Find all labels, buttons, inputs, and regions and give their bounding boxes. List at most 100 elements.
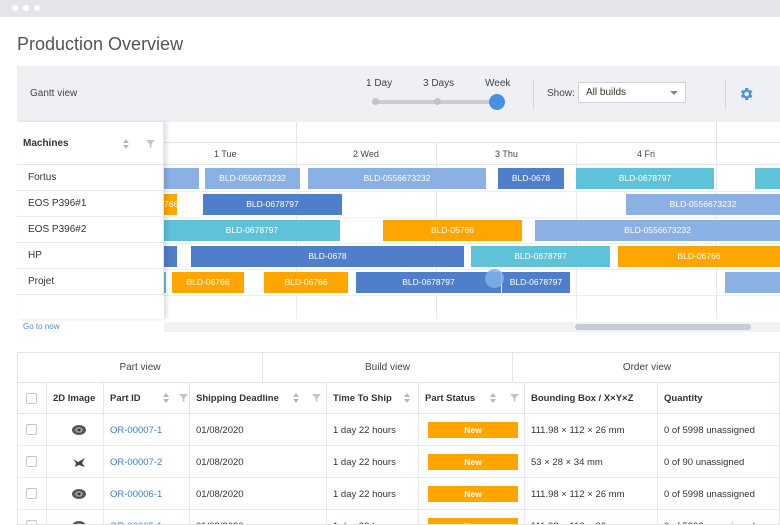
tab-order-view[interactable]: Order view	[513, 353, 780, 383]
build-bar[interactable]: BLD-0678	[498, 168, 564, 189]
build-bar[interactable]: BLD-0678797	[356, 272, 501, 293]
build-bar[interactable]: BLD-0556673232	[626, 194, 780, 215]
cell-text: 01/08/2020	[196, 425, 244, 436]
filter-icon[interactable]	[510, 394, 519, 402]
cell-text[interactable]: OR-00007-1	[110, 425, 162, 436]
column-header-shipping-deadline[interactable]: Shipping Deadline	[190, 383, 327, 414]
window-dot-icon	[23, 5, 29, 11]
table-row[interactable]: OR-00007-2 01/08/2020 1 day 22 hours New 53 …	[18, 446, 779, 478]
zoom-stop[interactable]	[434, 98, 441, 105]
sort-icon[interactable]	[293, 393, 299, 403]
machine-row[interactable]: Fortus	[17, 165, 164, 191]
column-header-label: 2D Image	[53, 393, 96, 404]
column-header-part-id[interactable]: Part ID	[104, 383, 190, 414]
tab-part-view[interactable]: Part view	[18, 353, 263, 383]
zoom-option-1-day[interactable]: 1 Day	[366, 78, 392, 89]
build-bar[interactable]	[164, 272, 166, 293]
filter-icon[interactable]	[179, 394, 188, 402]
column-header-2d-image[interactable]: 2D Image	[47, 383, 104, 414]
column-header-label: Bounding Box / X×Y×Z	[531, 393, 634, 404]
column-header-quantity[interactable]: Quantity	[658, 383, 779, 414]
cell-text: 01/08/2020	[196, 489, 244, 500]
build-bar[interactable]: BLD-0678797	[502, 272, 570, 293]
table-row[interactable]: OR-00007-1 01/08/2020 1 day 22 hours New 111…	[18, 414, 779, 446]
sort-icon[interactable]	[163, 393, 169, 403]
row-checkbox[interactable]	[26, 456, 37, 467]
build-bar[interactable]: BLD-05766	[383, 220, 522, 241]
build-bar[interactable]: 766	[164, 194, 177, 215]
column-header-label: Time To Ship	[333, 393, 392, 404]
cell-text: 01/08/2020	[196, 521, 244, 524]
gear-part-icon	[72, 425, 86, 435]
build-bar[interactable]: BLD-0678	[191, 246, 464, 267]
machine-row[interactable]: EOS P396#2	[17, 217, 164, 243]
build-bar[interactable]: BLD-0678797	[576, 168, 714, 189]
machine-row[interactable]: Projet	[17, 269, 164, 295]
table-row[interactable]: OR-00006-1 01/08/2020 1 day 22 hours New 111…	[18, 478, 779, 510]
build-bar[interactable]: BLD-0556673232	[205, 168, 300, 189]
quantity-cell: 0 of 5998 unassigned	[658, 510, 779, 524]
column-header-part-status[interactable]: Part Status	[419, 383, 525, 414]
select-cell	[18, 414, 47, 446]
timeline-scrollbar-thumb[interactable]	[575, 324, 751, 330]
machine-row[interactable]: HP	[17, 243, 164, 269]
column-header-time-to-ship[interactable]: Time To Ship	[327, 383, 419, 414]
build-bar[interactable]: BLD-0678797	[471, 246, 610, 267]
deadline-cell: 01/08/2020	[190, 510, 327, 524]
cell-text: 0 of 5998 unassigned	[664, 521, 755, 524]
build-bar[interactable]: BLD-06766	[264, 272, 348, 293]
gantt-timeline[interactable]: 1 Tue 2 Wed 3 Thu 4 Fri BLD-0556673232 BL…	[164, 122, 780, 319]
build-bar[interactable]	[164, 246, 177, 267]
select-all-cell	[18, 383, 47, 414]
status-badge: New	[428, 422, 518, 438]
filter-icon[interactable]	[312, 394, 321, 402]
page-title: Production Overview	[17, 34, 184, 54]
select-cell	[18, 510, 47, 524]
tab-build-view[interactable]: Build view	[263, 353, 513, 383]
cell-text[interactable]: OR-00005-1	[110, 521, 162, 524]
zoom-option-3-days[interactable]: 3 Days	[423, 78, 454, 89]
row-checkbox[interactable]	[26, 488, 37, 499]
select-all-checkbox[interactable]	[26, 393, 37, 404]
time-to-ship-cell: 1 day 22 hours	[327, 414, 419, 446]
header-divider	[296, 122, 297, 143]
time-to-ship-cell: 1 day 22 hours	[327, 446, 419, 478]
build-bar[interactable]: BLD-0556673232	[535, 220, 780, 241]
zoom-option-week[interactable]: Week	[485, 78, 510, 89]
filter-icon[interactable]	[146, 140, 155, 148]
build-bar[interactable]	[164, 168, 199, 189]
deadline-cell: 01/08/2020	[190, 478, 327, 510]
table-row[interactable]: OR-00005-1 01/08/2020 1 day 22 hours New 111…	[18, 510, 779, 524]
day-label: 4 Fri	[637, 149, 655, 159]
zoom-stop[interactable]	[372, 98, 379, 105]
build-bar[interactable]: BLD-06766	[618, 246, 780, 267]
build-bar[interactable]: BLD-0678797	[164, 220, 340, 241]
zoom-slider-thumb[interactable]	[489, 94, 505, 110]
cell-text: 0 of 5998 unassigned	[664, 489, 755, 500]
build-bar[interactable]: BLD-0678797	[203, 194, 342, 215]
row-checkbox[interactable]	[26, 520, 37, 524]
column-header-bounding-box[interactable]: Bounding Box / X×Y×Z	[525, 383, 658, 414]
cell-text[interactable]: OR-00006-1	[110, 489, 162, 500]
machine-row[interactable]: EOS P396#1	[17, 191, 164, 217]
build-bar[interactable]: BLD-06766	[172, 272, 244, 293]
build-bar[interactable]	[755, 168, 780, 189]
status-cell: New	[419, 478, 525, 510]
go-to-now-link[interactable]: Go to now	[23, 322, 59, 331]
machines-header[interactable]: Machines	[17, 122, 164, 165]
column-header-label: Shipping Deadline	[196, 393, 279, 404]
build-bar[interactable]	[725, 272, 780, 293]
header-divider	[716, 122, 717, 143]
show-builds-select[interactable]: All builds	[578, 82, 686, 103]
machines-header-label: Machines	[23, 138, 69, 149]
deadline-cell: 01/08/2020	[190, 414, 327, 446]
sort-icon[interactable]	[404, 393, 410, 403]
row-checkbox[interactable]	[26, 424, 37, 435]
timeline-scrollbar[interactable]	[164, 322, 780, 332]
sort-icon[interactable]	[490, 393, 496, 403]
gear-icon[interactable]	[738, 86, 754, 102]
build-bar[interactable]: BLD-0556673232	[308, 168, 486, 189]
cell-text: 1 day 22 hours	[333, 489, 396, 500]
sort-icon[interactable]	[123, 139, 129, 149]
cell-text[interactable]: OR-00007-2	[110, 457, 162, 468]
